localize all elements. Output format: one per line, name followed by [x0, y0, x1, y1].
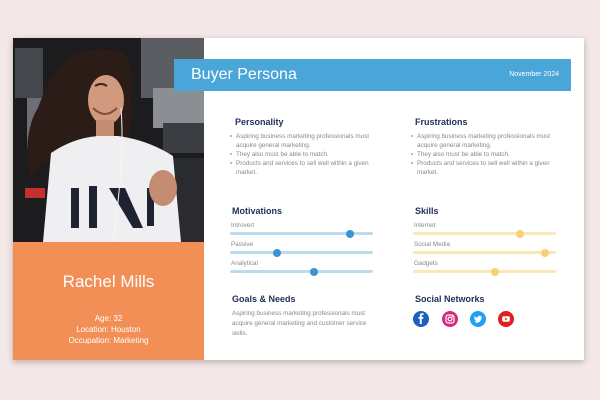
frustrations-list: Aspiring business marketing professional…: [411, 132, 561, 177]
skill-slider-internet[interactable]: [413, 229, 556, 238]
twitter-icon[interactable]: [470, 311, 486, 327]
motivations-heading: Motivations: [232, 206, 283, 216]
persona-slide: Rachel Mills Age: 32 Location: Houston O…: [13, 38, 584, 360]
slider-label: Analytical: [231, 260, 258, 267]
skills-heading: Skills: [415, 206, 439, 216]
skill-slider-social-media[interactable]: [413, 248, 556, 257]
goals-text: Aspiring business marketing professional…: [232, 310, 367, 337]
slider-knob[interactable]: [273, 248, 282, 257]
slider-knob[interactable]: [490, 267, 499, 276]
list-item: They also must be able to match.: [230, 150, 380, 159]
youtube-icon[interactable]: [498, 311, 514, 327]
instagram-icon[interactable]: [442, 311, 458, 327]
goals-heading: Goals & Needs: [232, 294, 296, 304]
slider-label: Gadgets: [414, 260, 438, 267]
motivation-slider-introvert[interactable]: [230, 229, 373, 238]
slider-label: Social Media: [414, 241, 451, 248]
personality-heading: Personality: [235, 117, 284, 127]
slider-knob[interactable]: [310, 267, 319, 276]
social-heading: Social Networks: [415, 294, 485, 304]
list-item: Products and services to sell well withi…: [411, 159, 561, 177]
slider-knob[interactable]: [516, 229, 525, 238]
persona-details: Age: 32 Location: Houston Occupation: Ma…: [13, 313, 204, 346]
slider-label: Introvert: [231, 222, 255, 229]
title-bar: Buyer Persona November 2024: [174, 59, 571, 91]
list-item: Aspiring business marketing professional…: [411, 132, 561, 150]
list-item: Products and services to sell well withi…: [230, 159, 380, 177]
slider-label: Internet: [414, 222, 436, 229]
slider-label: Passive: [231, 241, 254, 248]
date-label: November 2024: [509, 71, 559, 78]
slider-knob[interactable]: [346, 229, 355, 238]
persona-occupation: Occupation: Marketing: [68, 336, 149, 345]
persona-age: Age: 32: [94, 314, 123, 323]
page-title: Buyer Persona: [191, 66, 297, 83]
skill-slider-gadgets[interactable]: [413, 267, 556, 276]
personality-list: Aspiring business marketing professional…: [230, 132, 380, 177]
profile-card: Rachel Mills Age: 32 Location: Houston O…: [13, 242, 204, 360]
frustrations-heading: Frustrations: [415, 117, 468, 127]
persona-name: Rachel Mills: [62, 272, 155, 291]
list-item: They also must be able to match.: [411, 150, 561, 159]
motivation-slider-analytical[interactable]: [230, 267, 373, 276]
facebook-icon[interactable]: [413, 311, 429, 327]
motivation-slider-passive[interactable]: [230, 248, 373, 257]
slider-knob[interactable]: [540, 248, 549, 257]
list-item: Aspiring business marketing professional…: [230, 132, 380, 150]
persona-location: Location: Houston: [76, 325, 141, 334]
